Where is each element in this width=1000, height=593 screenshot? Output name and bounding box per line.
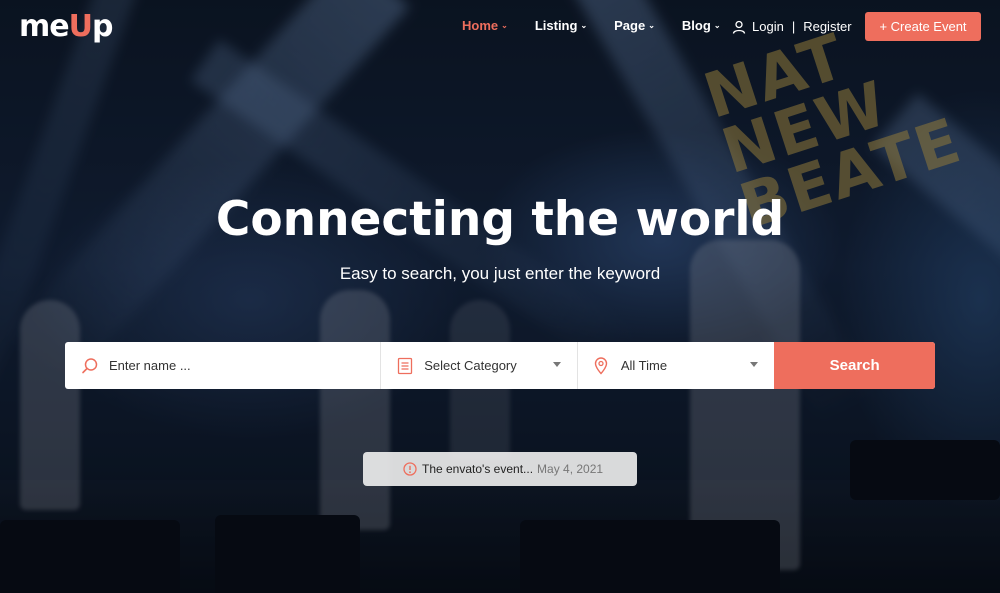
search-button[interactable]: Search [774, 342, 935, 389]
hero-background: NAT NEW BEATE [0, 0, 1000, 593]
nav-item-blog[interactable]: Blog ⌄ [682, 18, 721, 33]
location-pin-icon [594, 356, 608, 375]
logo-text: me [19, 9, 70, 44]
main-nav: Home ⌄ Listing ⌄ Page ⌄ Blog ⌄ [462, 18, 748, 33]
chevron-down-icon: ⌄ [713, 21, 721, 30]
time-select[interactable]: All Time [578, 342, 775, 389]
category-select[interactable]: Select Category [381, 342, 578, 389]
chevron-down-icon: ⌄ [648, 21, 655, 30]
create-event-button[interactable]: + Create Event [865, 12, 981, 41]
nav-label: Listing [534, 18, 578, 33]
chevron-down-icon: ⌄ [501, 21, 508, 30]
site-header: meUp Home ⌄ Listing ⌄ Page ⌄ Blog ⌄ Login | … [0, 0, 1000, 56]
notice-date: May 4, 2021 [537, 462, 604, 476]
chevron-down-icon: ⌄ [580, 21, 588, 30]
nav-label: Blog [681, 18, 711, 33]
search-icon [82, 357, 98, 373]
nav-item-listing[interactable]: Listing ⌄ [535, 18, 587, 33]
notice-text: The envato's event... [422, 462, 534, 476]
nav-label: Page [614, 18, 646, 33]
auth-links: Login | Register [732, 19, 852, 34]
auth-separator: | [791, 19, 796, 34]
chevron-down-icon [552, 362, 561, 367]
logo-text-end: p [91, 9, 114, 44]
nav-label: Home [462, 18, 499, 33]
info-circle-icon [403, 462, 417, 476]
logo-accent: U [68, 9, 93, 44]
user-icon [732, 20, 746, 34]
search-bar: Select Category All Time Search [65, 342, 935, 389]
hero-overlay [0, 0, 1000, 593]
login-link[interactable]: Login [752, 19, 784, 34]
name-field [65, 342, 382, 389]
nav-item-home[interactable]: Home ⌄ [462, 18, 508, 33]
category-list-icon [398, 357, 413, 374]
search-input[interactable] [107, 357, 371, 374]
register-link[interactable]: Register [803, 19, 851, 34]
chevron-down-icon [750, 362, 759, 367]
hero-title: Connecting the world [215, 192, 785, 247]
nav-item-page[interactable]: Page ⌄ [614, 18, 655, 33]
hero-subtitle: Easy to search, you just enter the keywo… [339, 264, 661, 283]
time-value: All Time [620, 358, 668, 373]
site-logo[interactable]: meUp [19, 9, 114, 44]
category-value: Select Category [424, 358, 517, 373]
event-notice[interactable]: The envato's event... May 4, 2021 [363, 452, 637, 486]
